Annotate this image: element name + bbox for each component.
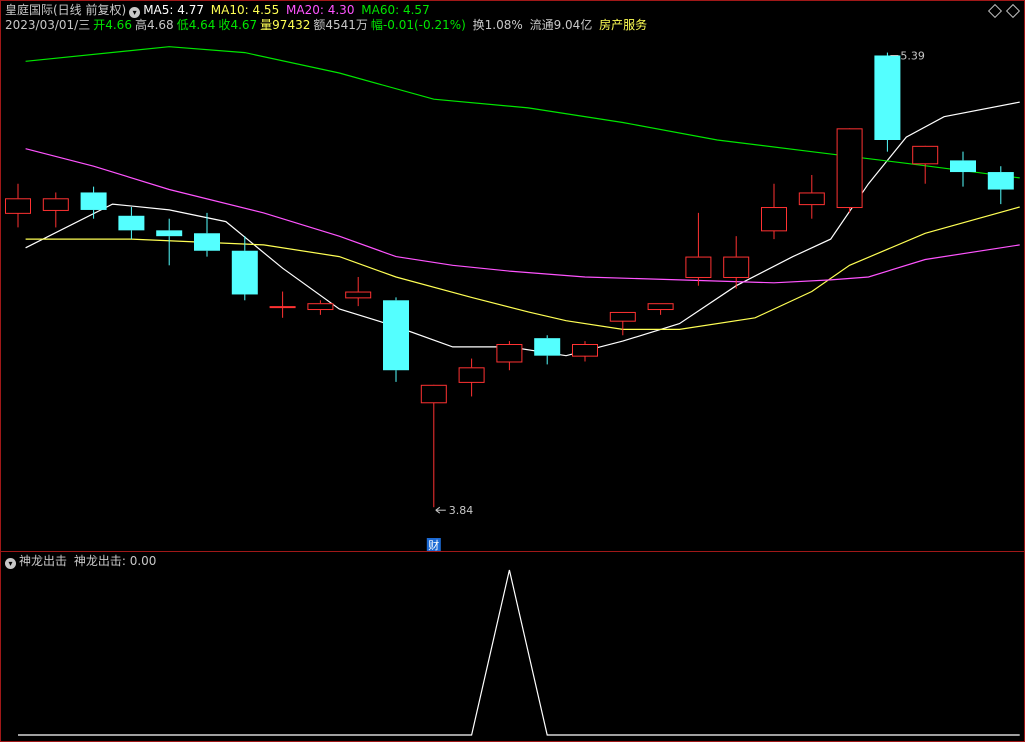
candle-body <box>118 215 145 231</box>
high-value: 4.68 <box>146 18 174 32</box>
candle-body <box>156 230 183 237</box>
candlestick <box>874 52 901 152</box>
outer-border <box>0 0 1025 742</box>
dropdown-icon[interactable]: ▾ <box>5 558 16 569</box>
candle-body <box>798 192 825 206</box>
candlestick <box>5 183 31 228</box>
candle-body <box>572 344 598 357</box>
main-header: 皇庭国际(日线 前复权) ▾ MA5: 4.77 MA10: 4.55 MA20: … <box>5 3 433 18</box>
candlestick <box>269 291 296 318</box>
finance-badge-label: 财 <box>428 538 439 552</box>
candle-body <box>458 367 485 383</box>
candlestick <box>345 276 372 307</box>
candle-body <box>194 233 220 251</box>
low-value: 4.64 <box>188 18 216 32</box>
ma-line-ma10 <box>25 206 1020 330</box>
candlestick <box>496 341 523 371</box>
candle-body <box>987 172 1014 190</box>
candlestick <box>950 151 976 187</box>
float-cap-label: 流通9.04亿 <box>529 18 593 32</box>
candle-body <box>836 128 863 209</box>
ma-line-ma5 <box>25 101 1020 357</box>
candle-body <box>5 198 31 214</box>
candlestick <box>647 303 674 315</box>
ma20-label: MA20: 4.30 <box>286 3 355 17</box>
amount-value: 4541万 <box>325 18 368 32</box>
close-label: 收 <box>218 18 231 32</box>
candle-body <box>307 303 334 311</box>
ma10-label: MA10: 4.55 <box>210 3 280 17</box>
candlestick <box>80 186 107 219</box>
chart-canvas: 5.39 3.84 财 <box>0 0 1025 742</box>
low-price-label: 3.84 <box>449 504 474 517</box>
close-value: 4.67 <box>230 18 258 32</box>
stock-title: 皇庭国际(日线 前复权) <box>5 3 127 17</box>
candlestick <box>156 218 183 266</box>
candle-body <box>950 160 976 173</box>
candlestick <box>761 183 787 240</box>
candlestick <box>836 128 863 213</box>
candle-body <box>42 198 69 211</box>
sector-label: 房产服务 <box>599 18 648 32</box>
candlestick <box>685 212 712 286</box>
date-label: 2023/03/01/三 <box>5 18 91 32</box>
volume-label: 量 <box>260 18 273 32</box>
candle-body <box>496 344 523 363</box>
candle-body <box>383 300 409 371</box>
candlestick <box>383 297 409 382</box>
change-value: -0.01(-0.21%) <box>382 18 466 32</box>
candle-body <box>534 338 561 356</box>
low-label: 低 <box>176 18 189 32</box>
open-value: 4.66 <box>105 18 132 32</box>
candlestick <box>458 358 485 397</box>
candle-body <box>231 250 258 295</box>
candle-body <box>345 291 372 299</box>
high-label: 高 <box>134 18 147 32</box>
indicator-value: 神龙出击: 0.00 <box>73 554 157 568</box>
turnover-label: 换1.08% <box>472 18 523 32</box>
volume-value: 97432 <box>272 18 311 32</box>
candle-body <box>685 256 712 278</box>
quote-header: 2023/03/01/三 开4.66 高4.68 低4.64 收4.67 量97432 额4… <box>5 18 650 32</box>
candle-body <box>647 303 674 311</box>
amount-label: 额 <box>313 18 326 32</box>
open-label: 开 <box>93 18 106 32</box>
candle-body <box>723 256 750 278</box>
candlestick <box>231 236 258 301</box>
indicator-name: 神龙出击 <box>19 554 68 568</box>
candlestick <box>420 384 447 508</box>
ma60-label: MA60: 4.57 <box>361 3 430 17</box>
candlestick <box>798 174 825 219</box>
candlestick <box>307 300 334 315</box>
candlestick <box>987 166 1014 205</box>
ma5-label: MA5: 4.77 <box>143 3 204 17</box>
ma-line-ma20 <box>25 148 1020 284</box>
candlestick <box>572 341 598 362</box>
candle-body <box>269 306 296 309</box>
indicator-header: ▾ 神龙出击 神龙出击: 0.00 <box>5 554 159 569</box>
candle-body <box>609 311 636 322</box>
candlestick <box>118 207 145 240</box>
candle-body <box>80 192 107 210</box>
candlestick <box>609 311 636 336</box>
candle-body <box>761 207 787 232</box>
candlestick <box>534 335 561 365</box>
candlestick <box>42 192 69 228</box>
change-label: 幅 <box>370 18 383 32</box>
dropdown-icon[interactable]: ▾ <box>129 7 141 18</box>
high-price-label: 5.39 <box>900 49 925 62</box>
candle-body <box>874 55 901 140</box>
ma-line-ma60 <box>25 46 1020 179</box>
indicator-line <box>18 569 1020 736</box>
candle-body <box>420 384 447 404</box>
candle-body <box>912 145 939 165</box>
